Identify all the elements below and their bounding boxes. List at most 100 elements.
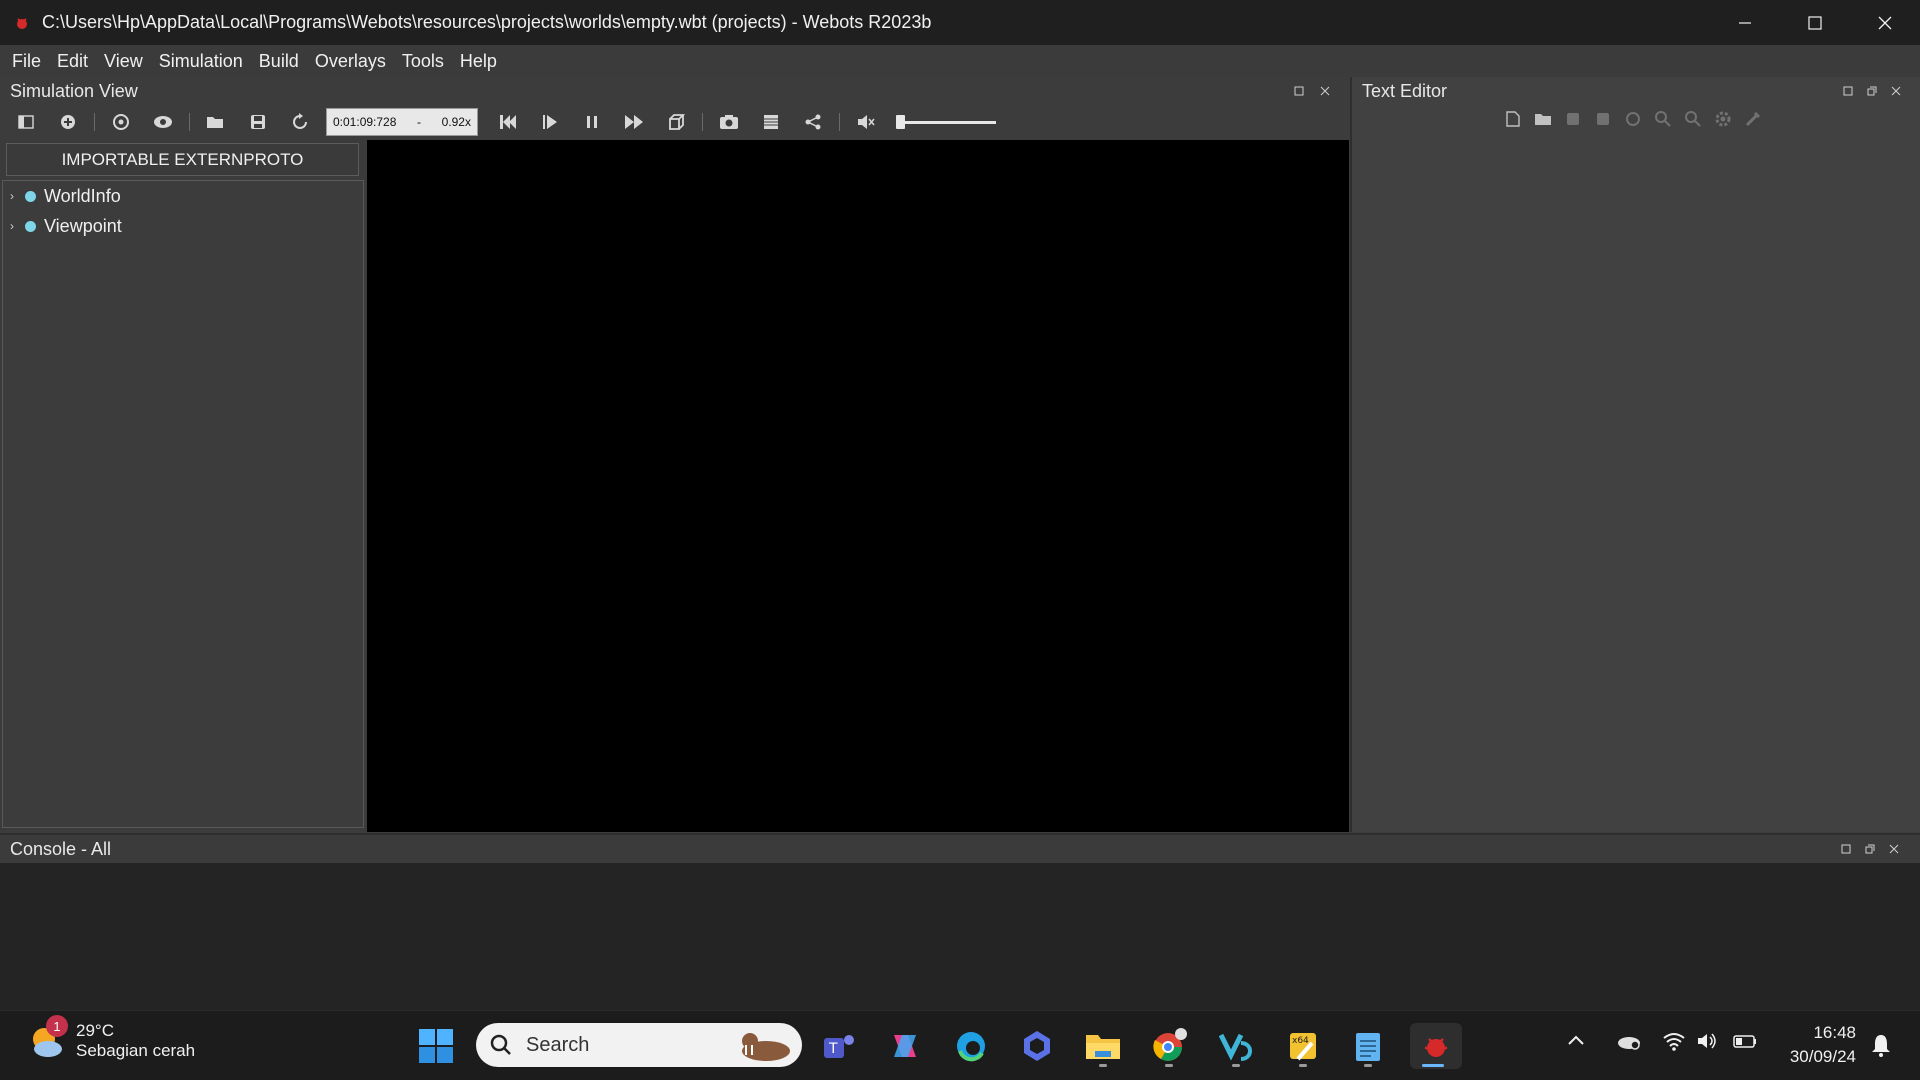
build-button[interactable] — [1712, 108, 1734, 130]
volume-slider[interactable] — [896, 112, 996, 132]
skip-back-icon — [500, 115, 516, 129]
record-movie-button[interactable] — [755, 108, 787, 136]
find-replace-button[interactable] — [1682, 108, 1704, 130]
menu-edit[interactable]: Edit — [49, 45, 96, 77]
text-editor-dock-controls — [1840, 83, 1904, 99]
save-world-button[interactable] — [242, 108, 274, 136]
volume-slider-handle[interactable] — [896, 115, 905, 129]
screenshot-button[interactable] — [713, 108, 745, 136]
chevron-up-icon[interactable] — [1566, 1031, 1586, 1051]
menu-overlays[interactable]: Overlays — [307, 45, 394, 77]
taskbar-x64-tool[interactable]: x64 — [1280, 1023, 1326, 1069]
importable-externproto-button[interactable]: IMPORTABLE EXTERNPROTO — [6, 143, 359, 176]
open-world-button[interactable] — [200, 108, 232, 136]
taskbar-dev-app[interactable] — [1014, 1023, 1060, 1069]
volume-icon[interactable] — [1696, 1031, 1720, 1051]
chevron-right-icon[interactable]: › — [3, 219, 21, 233]
view-button[interactable] — [147, 108, 179, 136]
close-icon — [1878, 16, 1892, 29]
find-replace-icon — [1685, 111, 1701, 127]
close-icon — [1889, 844, 1899, 854]
revert-file-button[interactable] — [1622, 108, 1644, 130]
close-button[interactable] — [1850, 0, 1920, 45]
taskbar-teams[interactable]: T — [817, 1023, 863, 1069]
toggle-scene-tree-button[interactable] — [10, 108, 42, 136]
search-highlight-walrus-icon — [742, 1033, 790, 1061]
close-icon — [1320, 86, 1330, 96]
rendering-toggle-button[interactable] — [660, 108, 692, 136]
system-clock[interactable]: 16:48 30/09/24 — [1790, 1021, 1856, 1069]
reload-world-button[interactable] — [284, 108, 316, 136]
pause-icon — [587, 116, 597, 128]
fast-forward-button[interactable] — [618, 108, 650, 136]
console-header: Console - All — [0, 835, 1920, 863]
dock-close-button[interactable] — [1886, 841, 1902, 857]
undock-icon — [1843, 86, 1853, 96]
taskbar-copilot[interactable] — [882, 1023, 928, 1069]
menu-simulation[interactable]: Simulation — [151, 45, 251, 77]
taskbar-edge[interactable] — [948, 1023, 994, 1069]
taskbar-chrome[interactable] — [1146, 1023, 1192, 1069]
menu-tools[interactable]: Tools — [394, 45, 452, 77]
search-label: Search — [526, 1033, 590, 1056]
console-title: Console - All — [10, 838, 112, 859]
taskbar-file-explorer[interactable] — [1080, 1023, 1126, 1069]
taskbar-notepad[interactable] — [1345, 1023, 1391, 1069]
scene-tree-item-worldinfo[interactable]: › WorldInfo — [3, 181, 363, 211]
open-file-button[interactable] — [1532, 108, 1554, 130]
3d-view[interactable] — [367, 140, 1349, 832]
undock-button[interactable] — [1291, 83, 1307, 99]
folder-open-icon — [207, 117, 223, 128]
float-button[interactable] — [1864, 83, 1880, 99]
webots-icon — [1425, 1038, 1447, 1057]
weather-condition: Sebagian cerah — [76, 1041, 196, 1060]
add-node-button[interactable] — [52, 108, 84, 136]
gear-icon — [1715, 111, 1731, 127]
menu-help[interactable]: Help — [452, 45, 505, 77]
share-button[interactable] — [797, 108, 829, 136]
taskbar-search-box[interactable]: Search — [476, 1023, 802, 1067]
app-running-indicator — [1099, 1064, 1107, 1067]
taskbar-vs-code[interactable] — [1213, 1023, 1259, 1069]
weather-widget[interactable]: 1 29°C Sebagian cerah — [26, 1015, 196, 1061]
window-title-bar: C:\Users\Hp\AppData\Local\Programs\Webot… — [0, 0, 1920, 45]
menu-file[interactable]: File — [4, 45, 49, 77]
node-dot-icon — [25, 190, 36, 202]
undock-button[interactable] — [1838, 841, 1854, 857]
step-button[interactable] — [534, 108, 566, 136]
taskbar-webots[interactable] — [1410, 1023, 1462, 1069]
float-window-icon — [1865, 844, 1875, 854]
reset-node-button[interactable] — [105, 108, 137, 136]
app-active-indicator — [1422, 1064, 1444, 1067]
chevron-right-icon[interactable]: › — [3, 189, 21, 203]
save-file-button[interactable] — [1562, 108, 1584, 130]
notification-bell-icon[interactable] — [1870, 1033, 1892, 1057]
onedrive-icon[interactable] — [1616, 1031, 1642, 1051]
maximize-button[interactable] — [1780, 0, 1850, 45]
pause-button[interactable] — [576, 108, 608, 136]
scene-tree: › WorldInfo › Viewpoint — [2, 180, 364, 828]
svg-text:T: T — [828, 1041, 838, 1057]
new-file-button[interactable] — [1502, 108, 1524, 130]
menu-view[interactable]: View — [96, 45, 151, 77]
mute-button[interactable] — [850, 108, 882, 136]
clean-button[interactable] — [1742, 108, 1764, 130]
wifi-icon[interactable] — [1662, 1031, 1686, 1051]
float-button[interactable] — [1862, 841, 1878, 857]
scene-tree-toggle-icon — [18, 115, 34, 129]
find-button[interactable] — [1652, 108, 1674, 130]
scene-tree-item-viewpoint[interactable]: › Viewpoint — [3, 211, 363, 241]
new-file-icon — [1506, 111, 1520, 127]
dock-close-button[interactable] — [1888, 83, 1904, 99]
minimize-button[interactable] — [1710, 0, 1780, 45]
save-as-button[interactable] — [1592, 108, 1614, 130]
battery-icon[interactable] — [1732, 1031, 1758, 1051]
simulation-view-title: Simulation View — [10, 80, 138, 101]
toolbar-separator — [94, 113, 95, 131]
volume-slider-track — [896, 121, 996, 124]
dock-close-button[interactable] — [1317, 83, 1333, 99]
menu-build[interactable]: Build — [251, 45, 307, 77]
windows-start-icon[interactable] — [418, 1028, 454, 1064]
reset-simulation-button[interactable] — [492, 108, 524, 136]
undock-button[interactable] — [1840, 83, 1856, 99]
